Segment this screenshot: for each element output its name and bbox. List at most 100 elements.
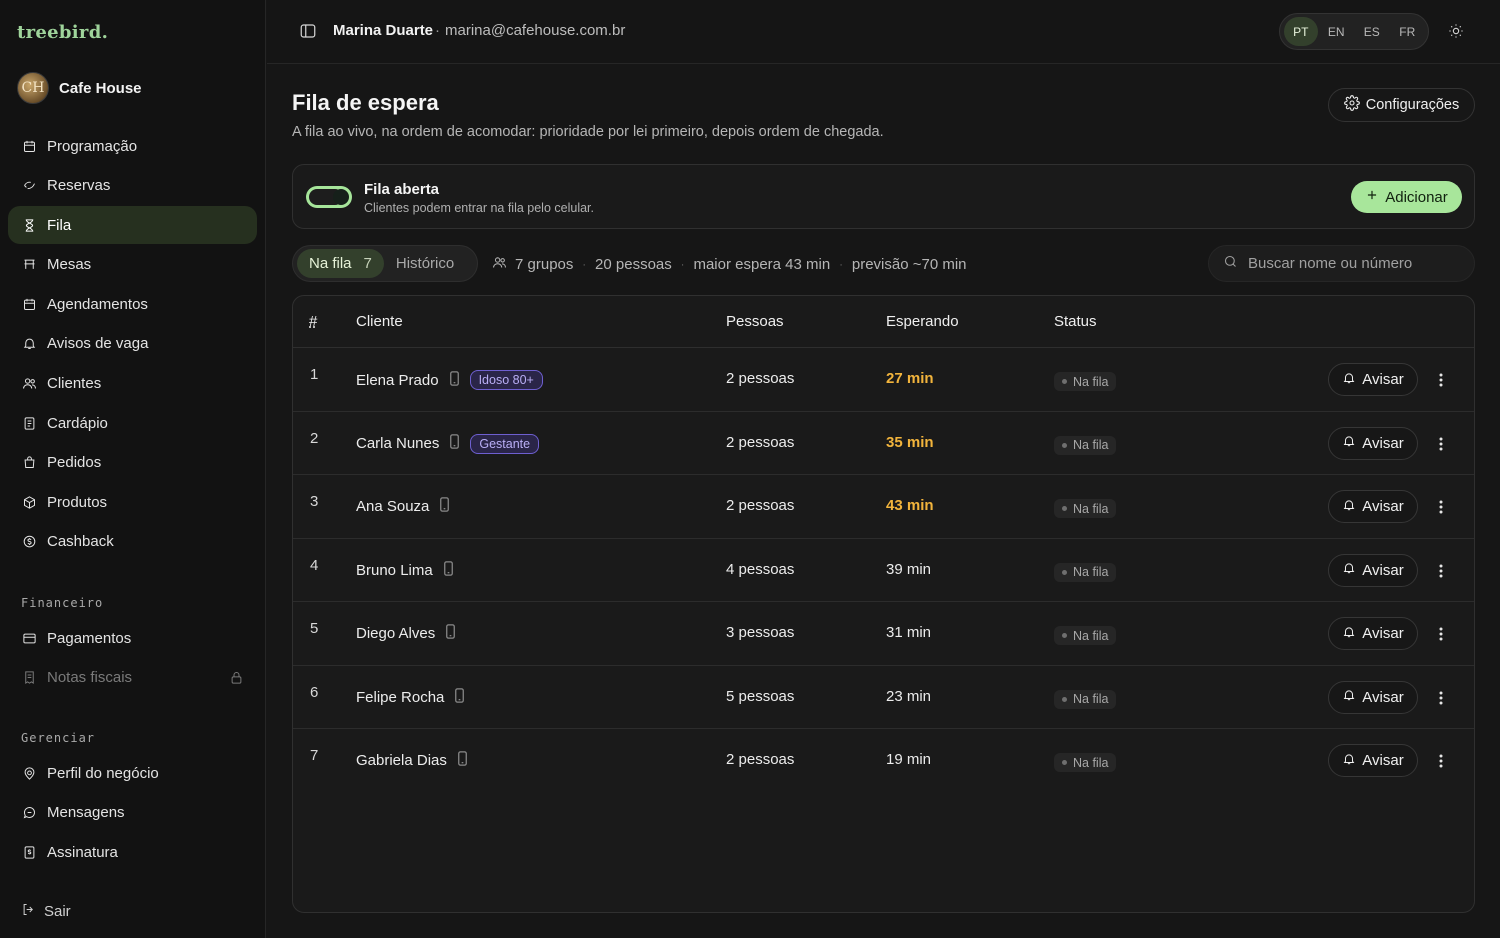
summary-groups: 7 grupos [515,256,574,273]
notify-button[interactable]: Avisar [1328,426,1418,460]
language-option-es[interactable]: ES [1355,17,1389,46]
sidebar-item-label: Clientes [47,375,102,393]
receipt-icon [21,670,37,686]
more-options-icon[interactable] [1433,561,1449,581]
more-options-icon[interactable] [1433,688,1449,708]
queue-status-card: Fila aberta Clientes podem entrar na fil… [292,164,1475,229]
logout-button[interactable]: Sair [21,902,71,921]
table-row[interactable]: 6 Felipe Rocha 5 pessoas 23 min Na fila Avisa… [293,666,1474,729]
sidebar-item-label: Reservas [47,177,111,195]
sidebar-item-avisos-de-vaga[interactable]: Avisos de vaga [8,325,257,363]
column-header-people: Pessoas [726,313,784,330]
wait-time: 19 min [886,751,932,768]
reservation-icon [21,178,37,194]
more-options-icon[interactable] [1433,497,1449,517]
phone-icon [457,751,468,770]
table-row[interactable]: 5 Diego Alves 3 pessoas 31 min Na fila Avisar [293,602,1474,666]
sidebar-item-fila[interactable]: Fila [8,206,257,245]
sidebar-item-label: Assinatura [47,843,118,861]
sidebar-item-agendamentos[interactable]: Agendamentos [8,285,257,323]
notify-button[interactable]: Avisar [1328,617,1418,650]
sidebar-item-assinatura[interactable]: Assinatura [8,833,257,871]
more-options-icon[interactable] [1433,624,1449,644]
bell-icon [1342,561,1356,579]
notify-button[interactable]: Avisar [1328,553,1418,587]
phone-icon [454,687,465,707]
tab-history[interactable]: Histórico [384,249,466,278]
more-options-icon[interactable] [1433,434,1449,454]
search-input[interactable] [1248,255,1448,272]
status-dot [1062,506,1067,511]
settings-button[interactable]: Configurações [1328,88,1475,122]
notify-button[interactable]: Avisar [1328,744,1418,777]
tab-in-queue[interactable]: Na fila 7 [297,249,384,278]
language-option-fr[interactable]: FR [1391,17,1425,46]
notify-button[interactable]: Avisar [1328,680,1418,714]
notify-button[interactable]: Avisar [1328,363,1418,396]
notify-label: Avisar [1362,371,1404,388]
sidebar-item-pagamentos[interactable]: Pagamentos [8,619,257,657]
sidebar-item-programacao[interactable]: Programação [8,127,257,165]
party-size: 3 pessoas [726,624,795,641]
column-header-client: Cliente [356,313,403,330]
hourglass-icon [21,217,37,233]
language-option-pt[interactable]: PT [1284,17,1318,46]
notify-button[interactable]: Avisar [1328,490,1418,523]
priority-badge: Gestante [470,433,540,454]
wait-time: 43 min [886,497,934,514]
table-row[interactable]: 4 Bruno Lima 4 pessoas 39 min Na fila Avisar [293,539,1474,602]
table-row[interactable]: 3 Ana Souza 2 pessoas 43 min Na fila Avisar [293,475,1474,539]
phone-icon [449,434,460,453]
table-row[interactable]: 2 Carla Nunes Gestante 2 pessoas 35 min Na fi… [293,412,1474,475]
summary-dot: · [582,258,587,271]
party-size: 2 pessoas [726,370,795,387]
sidebar-item-label: Agendamentos [47,295,148,313]
cashback-icon [21,534,37,550]
sidebar-item-notas-fiscais[interactable]: Notas fiscais [8,659,257,697]
business-avatar: CH [17,72,49,104]
more-options-icon[interactable] [1433,751,1449,771]
client-cell: Bruno Lima [356,560,454,580]
brand-logo[interactable]: treebird. [17,22,108,43]
sidebar-item-cashback[interactable]: Cashback [8,523,257,561]
table-header: # Cliente Pessoas Esperando Status [293,296,1474,348]
language-option-en[interactable]: EN [1320,17,1354,46]
sidebar-item-clientes[interactable]: Clientes [8,365,257,403]
row-position: 6 [310,683,319,701]
toggle-knob [333,189,349,205]
bell-icon [1342,498,1356,516]
user-name: Marina Duarte [333,22,434,39]
status-badge: Na fila [1054,626,1117,645]
notify-label: Avisar [1362,561,1404,579]
status-label: Na fila [1073,501,1109,516]
status-dot [1062,760,1067,765]
section-title-gerenciar: Gerenciar [21,731,96,745]
priority-badge: Idoso 80+ [469,370,543,390]
sidebar-item-mesas[interactable]: Mesas [8,246,257,284]
client-name: Ana Souza [356,498,430,515]
table-row[interactable]: 7 Gabriela Dias 2 pessoas 19 min Na fila Avis… [293,729,1474,793]
more-options-icon[interactable] [1433,370,1449,390]
sidebar-item-reservas[interactable]: Reservas [8,167,257,205]
table-row[interactable]: 1 Elena Prado Idoso 80+ 2 pessoas 27 min Na f… [293,348,1474,412]
client-cell: Gabriela Dias [356,751,468,770]
sidebar-item-perfil-do-negocio[interactable]: Perfil do negócio [8,754,257,792]
column-header-number: # [309,313,318,330]
user-separator: · [435,22,440,39]
business-switcher[interactable]: CH Cafe House [17,72,142,104]
logout-label: Sair [44,903,71,920]
sidebar-item-produtos[interactable]: Produtos [8,483,257,521]
add-to-queue-button[interactable]: Adicionar [1351,181,1462,213]
sidebar-item-pedidos[interactable]: Pedidos [8,444,257,482]
queue-open-toggle[interactable] [306,186,352,208]
wait-time: 35 min [886,433,934,451]
theme-toggle-sun-icon[interactable] [1448,23,1464,39]
client-name: Carla Nunes [356,435,440,452]
page-title: Fila de espera [292,90,439,115]
sidebar-toggle-icon[interactable] [299,22,317,40]
status-dot [1062,696,1067,702]
sidebar-item-cardapio[interactable]: Cardápio [8,404,257,442]
sidebar-item-label: Cardápio [47,414,108,432]
sidebar-item-mensagens[interactable]: Mensagens [8,794,257,832]
business-name: Cafe House [59,79,142,97]
